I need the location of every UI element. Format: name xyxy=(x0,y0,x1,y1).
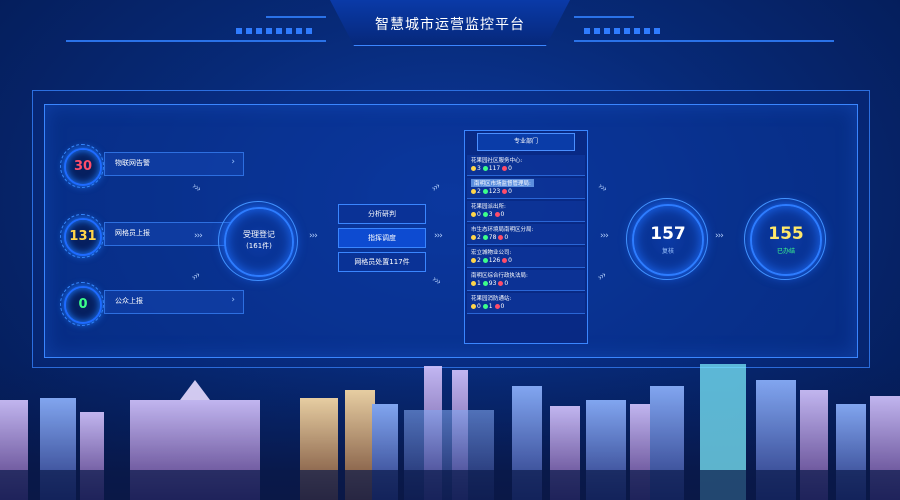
department-name: 花果园消防通站: xyxy=(471,296,512,302)
pending-icon xyxy=(471,212,476,217)
done-icon xyxy=(482,189,488,194)
department-stats: 1 93 0 xyxy=(471,280,508,287)
review-circle[interactable]: 157 复核 xyxy=(632,204,704,276)
department-stats: 0 1 0 xyxy=(471,303,504,310)
overdue-icon xyxy=(498,235,504,240)
department-name: 宏立城物业公司: xyxy=(471,250,512,256)
done-icon xyxy=(482,304,488,309)
pending-icon xyxy=(471,304,476,309)
chevron-right-icon: › xyxy=(231,157,235,167)
department-row[interactable]: 宏立城物业公司: 2 126 0 xyxy=(467,247,585,268)
source-label: 网格员上报 xyxy=(115,229,150,237)
pending-icon xyxy=(471,258,476,263)
overdue-icon xyxy=(498,281,504,286)
pending-icon xyxy=(471,235,476,240)
department-row[interactable]: 花果园派出所: 0 3 0 xyxy=(467,201,585,222)
department-row[interactable]: 花果园社区服务中心: 3 117 0 xyxy=(467,155,585,176)
source-public-report[interactable]: 0 公众上报 › xyxy=(60,282,244,326)
header-left-decoration xyxy=(66,10,326,46)
chevron-right-icon: › xyxy=(231,295,235,305)
registration-title: 受理登记 xyxy=(243,230,275,239)
pending-icon xyxy=(471,189,476,194)
analysis-group: 分析研判 指挥调度 网格员处置117件 xyxy=(338,204,426,272)
department-stats: 2 126 0 xyxy=(471,257,512,264)
overdue-icon xyxy=(502,258,508,263)
department-name: 花果园社区服务中心: xyxy=(471,158,523,164)
registration-count: (161件) xyxy=(246,242,272,250)
header-right-decoration xyxy=(574,10,834,46)
overdue-icon xyxy=(494,212,500,217)
closed-count: 155 xyxy=(768,224,804,244)
source-count: 131 xyxy=(64,218,102,256)
dispatch-button[interactable]: 指挥调度 xyxy=(338,228,426,248)
overdue-icon xyxy=(502,189,508,194)
arrow-icon: ››› xyxy=(194,231,203,241)
department-row[interactable]: 南明区综合行政执法局: 1 93 0 xyxy=(467,270,585,291)
source-label: 公众上报 xyxy=(115,297,143,305)
source-label: 物联网告警 xyxy=(115,159,150,167)
arrow-icon: ››› xyxy=(309,231,318,241)
department-row[interactable]: 花果园消防通站: 0 1 0 xyxy=(467,293,585,314)
source-count: 0 xyxy=(64,286,102,324)
page-title: 智慧城市运营监控平台 xyxy=(375,17,525,33)
department-stats: 3 117 0 xyxy=(471,165,512,172)
registration-circle[interactable]: 受理登记 (161件) xyxy=(224,207,294,277)
department-row[interactable]: 市生态环境局南明区分局: 2 78 0 xyxy=(467,224,585,245)
done-icon xyxy=(482,235,488,240)
arrow-icon: ››› xyxy=(715,231,724,241)
header: 智慧城市运营监控平台 xyxy=(330,0,570,46)
done-icon xyxy=(482,166,488,171)
department-panel: 专业部门 花果园社区服务中心: 3 117 0 南明区市场监督管理局: 2 123 0… xyxy=(464,130,588,344)
closed-circle[interactable]: 155 已办结 xyxy=(750,204,822,276)
department-name: 市生态环境局南明区分局: xyxy=(471,227,534,233)
done-icon xyxy=(482,258,488,263)
closed-label: 已办结 xyxy=(776,248,795,255)
pending-icon xyxy=(471,166,476,171)
source-count: 30 xyxy=(64,148,102,186)
department-row[interactable]: 南明区市场监督管理局: 2 123 0 xyxy=(467,178,585,199)
department-name: 南明区综合行政执法局: xyxy=(471,273,528,279)
grid-handling-button[interactable]: 网格员处置117件 xyxy=(338,252,426,272)
review-count: 157 xyxy=(650,224,686,244)
source-iot-alert[interactable]: 30 物联网告警 › xyxy=(60,144,244,188)
source-grid-report[interactable]: 131 网格员上报› xyxy=(60,214,244,258)
pending-icon xyxy=(471,281,476,286)
overdue-icon xyxy=(494,304,500,309)
department-stats: 2 78 0 xyxy=(471,234,508,241)
city-skyline-image xyxy=(0,360,900,500)
department-stats: 2 123 0 xyxy=(471,188,512,195)
arrow-icon: ››› xyxy=(600,231,609,241)
analysis-button[interactable]: 分析研判 xyxy=(338,204,426,224)
arrow-icon: ››› xyxy=(434,231,443,241)
review-label: 复核 xyxy=(661,248,674,255)
department-name: 花果园派出所: xyxy=(471,204,506,210)
department-title: 专业部门 xyxy=(477,133,575,151)
overdue-icon xyxy=(502,166,508,171)
department-stats: 0 3 0 xyxy=(471,211,504,218)
department-name: 南明区市场监督管理局: xyxy=(471,179,534,187)
done-icon xyxy=(482,281,488,286)
done-icon xyxy=(482,212,488,217)
